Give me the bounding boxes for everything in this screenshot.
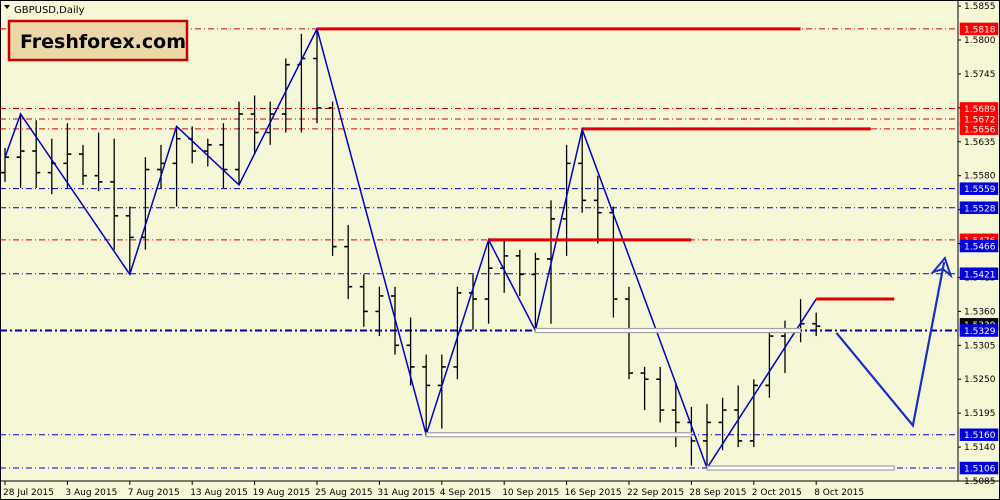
support-band bbox=[425, 432, 693, 438]
price-tick-label: 1.5305 bbox=[964, 341, 996, 351]
price-tick-label: 1.5855 bbox=[964, 2, 996, 12]
price-label-text: 1.5329 bbox=[964, 327, 996, 337]
price-tick-label: 1.5140 bbox=[964, 443, 996, 453]
price-label-text: 1.5528 bbox=[964, 204, 996, 214]
time-tick-label: 28 Sep 2015 bbox=[689, 488, 746, 498]
price-label-text: 1.5160 bbox=[964, 431, 996, 441]
price-tick-label: 1.5360 bbox=[964, 307, 996, 317]
support-band bbox=[534, 327, 802, 334]
time-tick-label: 28 Jul 2015 bbox=[3, 488, 54, 498]
time-tick-label: 19 Aug 2015 bbox=[253, 488, 311, 498]
brand-logo: Freshforex.com bbox=[7, 19, 189, 62]
price-label-text: 1.5656 bbox=[964, 125, 996, 135]
price-label-text: 1.5421 bbox=[964, 270, 996, 280]
price-tick-label: 1.5580 bbox=[964, 172, 996, 182]
price-tick-label: 1.5085 bbox=[964, 477, 996, 487]
price-tick-label: 1.5800 bbox=[964, 36, 996, 46]
time-tick-label: 7 Aug 2015 bbox=[128, 488, 180, 498]
time-tick-label: 13 Aug 2015 bbox=[190, 488, 248, 498]
time-tick-label: 25 Aug 2015 bbox=[315, 488, 373, 498]
time-tick-label: 4 Sep 2015 bbox=[440, 488, 491, 498]
time-tick-label: 3 Aug 2015 bbox=[65, 488, 117, 498]
price-tick-label: 1.5635 bbox=[964, 138, 996, 148]
price-tick-label: 1.5250 bbox=[964, 375, 996, 385]
price-tick-label: 1.5745 bbox=[964, 70, 996, 80]
time-tick-label: 31 Aug 2015 bbox=[377, 488, 435, 498]
time-tick-label: 10 Sep 2015 bbox=[502, 488, 559, 498]
price-label-text: 1.5106 bbox=[964, 465, 996, 475]
price-label-text: 1.5818 bbox=[964, 25, 996, 35]
price-label-text: 1.5466 bbox=[964, 243, 996, 253]
support-band bbox=[706, 465, 895, 471]
time-tick-label: 8 Oct 2015 bbox=[814, 488, 864, 498]
price-axis: 1.58551.58001.57451.56901.56351.55801.55… bbox=[958, 2, 999, 487]
time-tick-label: 22 Sep 2015 bbox=[627, 488, 684, 498]
time-tick-label: 16 Sep 2015 bbox=[565, 488, 622, 498]
time-tick-label: 2 Oct 2015 bbox=[752, 488, 802, 498]
brand-logo-text: Freshforex.com bbox=[20, 31, 186, 53]
chart-title-text: GBPUSD,Daily bbox=[14, 5, 85, 16]
price-chart: 1.58551.58001.57451.56901.56351.55801.55… bbox=[0, 0, 1000, 500]
chart-background bbox=[0, 0, 1000, 500]
price-tick-label: 1.5195 bbox=[964, 409, 996, 419]
price-label-text: 1.5559 bbox=[964, 185, 996, 195]
chart-title: GBPUSD,Daily bbox=[4, 5, 85, 16]
